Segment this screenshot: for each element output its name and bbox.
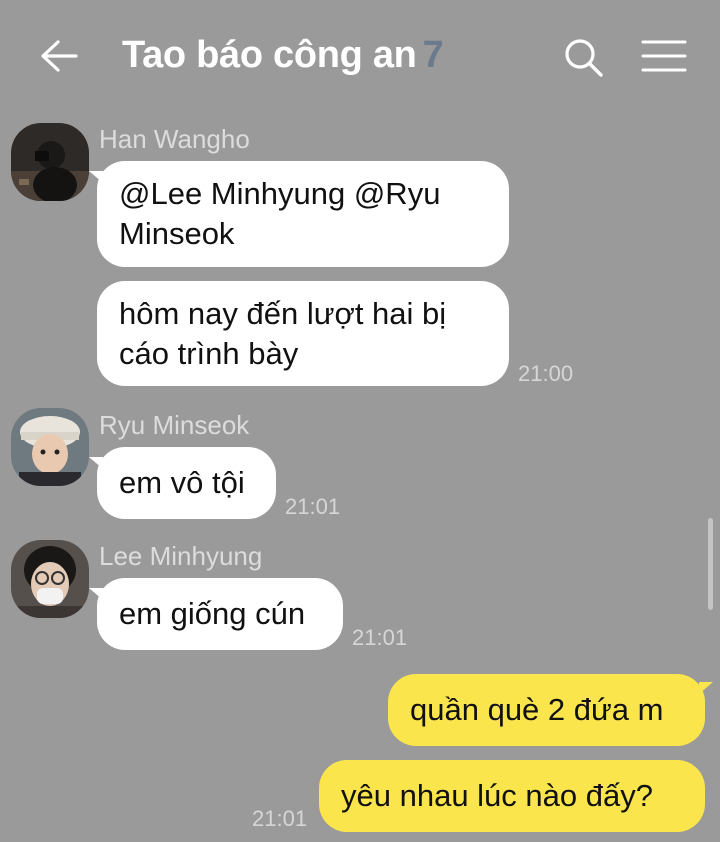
message-bubble[interactable]: @Lee Minhyung @Ryu Minseok bbox=[89, 161, 509, 267]
sender-name: Lee Minhyung bbox=[99, 541, 263, 571]
outgoing-message-bubble[interactable]: yêu nhau lúc nào đấy? bbox=[319, 760, 705, 832]
sender-name: Ryu Minseok bbox=[99, 410, 250, 440]
message-timestamp: 21:00 bbox=[518, 361, 574, 386]
hamburger-menu-icon[interactable] bbox=[640, 38, 688, 74]
sender-name: Han Wangho bbox=[99, 124, 250, 154]
member-count: 7 bbox=[422, 34, 444, 76]
avatar-han-wangho[interactable] bbox=[11, 123, 89, 201]
avatar-ryu-minseok[interactable] bbox=[11, 408, 89, 486]
arrow-left-icon[interactable] bbox=[38, 38, 78, 74]
message-timestamp: 21:01 bbox=[252, 806, 308, 831]
outgoing-message-bubble[interactable]: quần què 2 đứa m bbox=[388, 674, 713, 746]
chat-header: Tao báo công an 7 bbox=[0, 0, 720, 112]
message-timestamp: 21:01 bbox=[285, 494, 341, 519]
message-timestamp: 21:01 bbox=[352, 625, 408, 650]
chat-title: Tao báo công an 7 bbox=[122, 34, 444, 77]
message-bubble[interactable]: hôm nay đến lượt hai bị cáo trình bày bbox=[97, 281, 509, 386]
message-bubble[interactable]: em vô tội bbox=[89, 447, 276, 519]
avatar-lee-minhyung[interactable] bbox=[11, 540, 89, 618]
chat-room-name: Tao báo công an bbox=[122, 34, 417, 76]
message-bubble[interactable]: em giống cún bbox=[89, 578, 343, 650]
scrollbar[interactable] bbox=[708, 518, 713, 610]
search-icon[interactable] bbox=[562, 36, 604, 78]
